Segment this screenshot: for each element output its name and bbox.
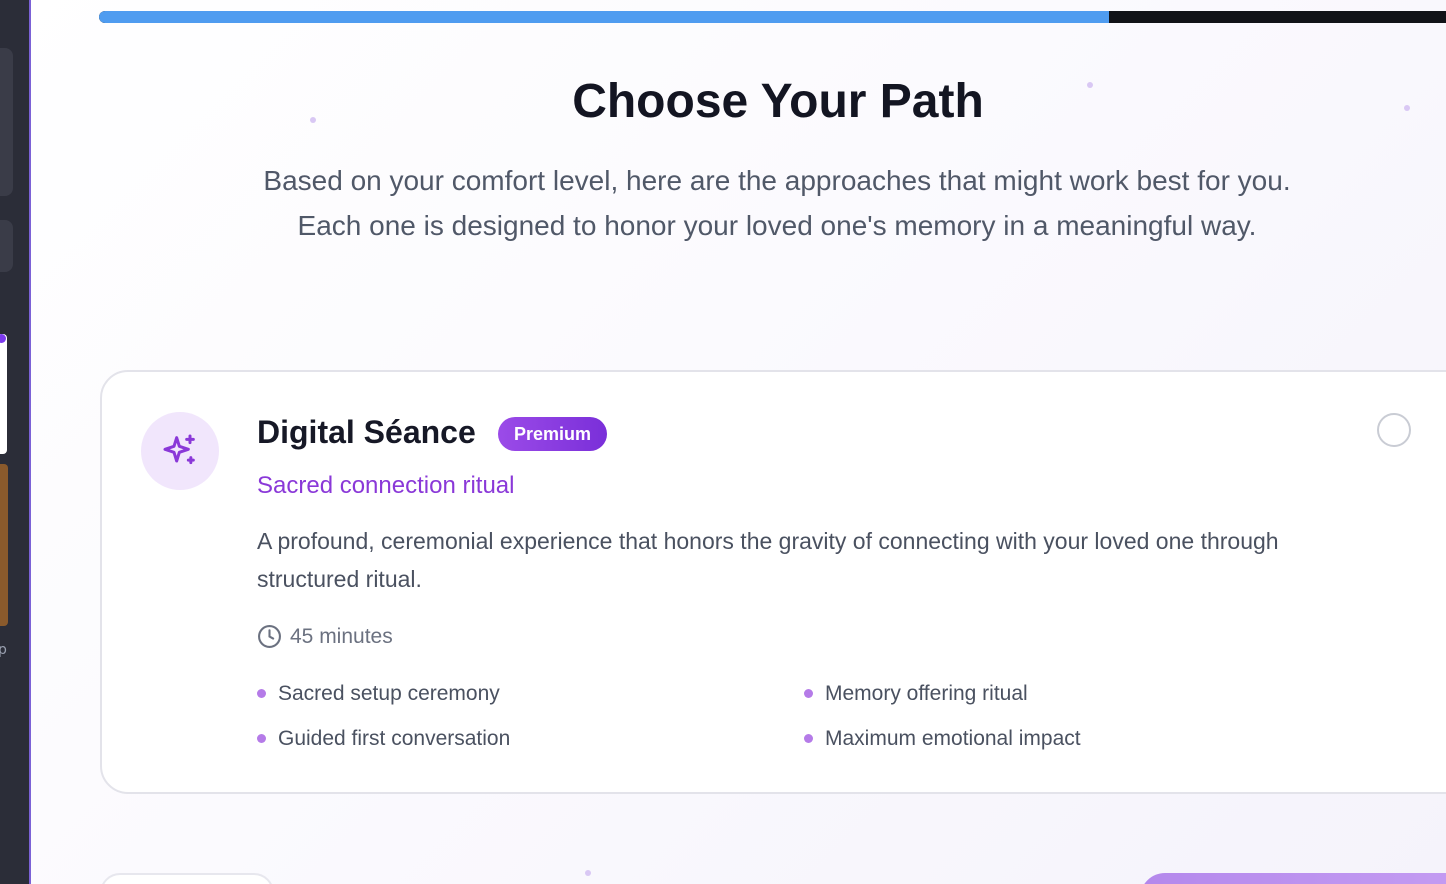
feature-item: Maximum emotional impact: [804, 725, 1254, 752]
premium-badge: Premium: [498, 417, 608, 451]
feature-item: Sacred setup ceremony: [257, 680, 804, 707]
page-subtitle: Based on your comfort level, here are th…: [263, 165, 1291, 241]
feature-text: Maximum emotional impact: [825, 726, 1081, 750]
feature-text: Sacred setup ceremony: [278, 681, 500, 705]
option-tagline: Sacred connection ritual: [257, 472, 515, 499]
bullet-icon: [804, 734, 813, 743]
side-panel-thumbnail[interactable]: [0, 464, 8, 626]
sparkles-icon: [163, 434, 195, 465]
option-duration: 45 minutes: [257, 624, 393, 649]
bullet-icon: [257, 689, 266, 698]
sparkle-dot: [585, 870, 591, 876]
bullet-icon: [257, 734, 266, 743]
feature-text: Guided first conversation: [278, 726, 511, 750]
option-radio[interactable]: [1377, 413, 1411, 447]
page-title: Choose Your Path: [572, 75, 984, 128]
option-feature-list: Sacred setup ceremony Memory offering ri…: [257, 680, 1257, 752]
progress-bar-fill: [99, 11, 1110, 23]
bullet-icon: [804, 689, 813, 698]
page: p Choose Your Path Based on your comfort…: [0, 0, 1446, 884]
option-title: Digital Séance: [257, 414, 476, 450]
feature-item: Guided first conversation: [257, 725, 804, 752]
continue-button[interactable]: [1140, 873, 1446, 884]
side-panel: p: [0, 0, 31, 884]
clock-icon: [258, 625, 281, 648]
option-duration-text: 45 minutes: [290, 624, 393, 648]
side-panel-glyph: p: [0, 642, 7, 658]
side-panel-block[interactable]: [0, 220, 13, 272]
option-card-digital-seance[interactable]: Digital Séance Premium Sacred connection…: [100, 370, 1446, 794]
back-button[interactable]: [100, 873, 274, 884]
option-icon-circle: [141, 412, 219, 490]
progress-bar: [99, 11, 1446, 23]
option-description: A profound, ceremonial experience that h…: [257, 528, 1279, 592]
feature-item: Memory offering ritual: [804, 680, 1254, 707]
side-panel-thumbnail[interactable]: [0, 334, 7, 454]
feature-text: Memory offering ritual: [825, 681, 1028, 705]
